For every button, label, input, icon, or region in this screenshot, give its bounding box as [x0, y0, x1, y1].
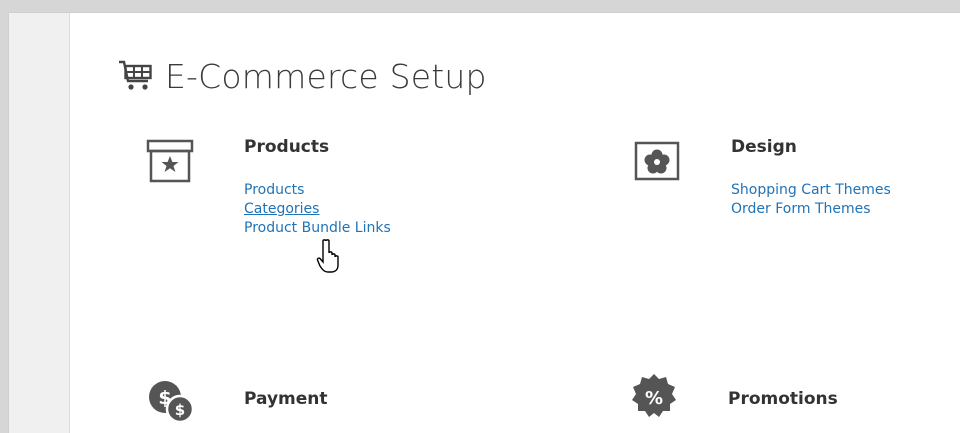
design-links: Shopping Cart Themes Order Form Themes	[731, 182, 891, 218]
link-product-bundle-links[interactable]: Product Bundle Links	[244, 220, 391, 237]
main-panel: E-Commerce Setup Products Products Categ…	[8, 12, 960, 433]
link-order-form-themes[interactable]: Order Form Themes	[731, 201, 891, 218]
link-categories[interactable]: Categories	[244, 201, 391, 218]
link-products[interactable]: Products	[244, 182, 391, 199]
page-title: E-Commerce Setup	[117, 57, 487, 96]
coins-dollar-icon: $ $	[146, 377, 195, 427]
left-rail	[9, 13, 70, 433]
shopping-cart-icon	[117, 58, 155, 96]
flower-icon	[633, 138, 681, 188]
svg-text:%: %	[645, 388, 663, 409]
archive-box-star-icon	[146, 138, 194, 188]
section-heading-payment: Payment	[244, 389, 328, 409]
section-heading-promotions: Promotions	[728, 389, 838, 409]
hand-pointer-cursor	[314, 238, 344, 278]
link-shopping-cart-themes[interactable]: Shopping Cart Themes	[731, 182, 891, 199]
svg-text:$: $	[175, 401, 185, 419]
page-title-text: E-Commerce Setup	[165, 57, 487, 96]
products-links: Products Categories Product Bundle Links	[244, 182, 391, 237]
percent-badge-icon: %	[630, 373, 678, 423]
section-heading-products: Products	[244, 137, 330, 157]
section-heading-design: Design	[731, 137, 797, 157]
